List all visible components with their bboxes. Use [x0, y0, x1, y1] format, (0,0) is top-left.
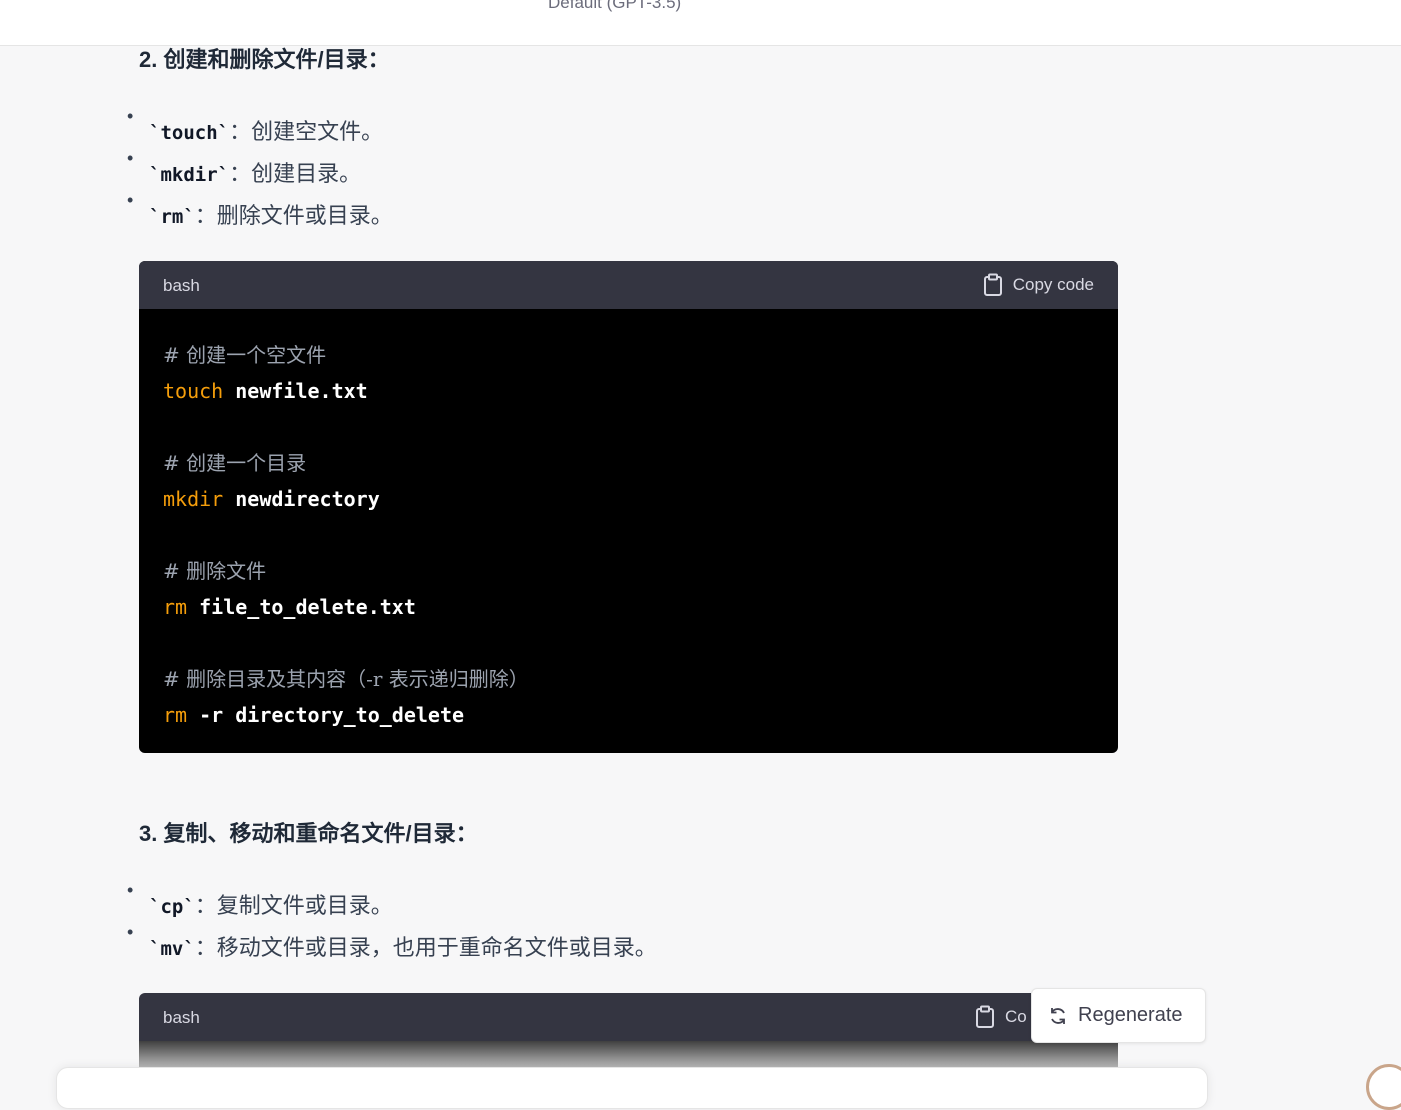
inline-code: `rm`: [149, 206, 195, 228]
list-item-text: ：创建目录。: [229, 161, 362, 186]
code-line: mkdir newdirectory: [163, 481, 1094, 517]
code-command: rm: [163, 595, 188, 619]
bullet-dot: •: [127, 922, 134, 942]
regenerate-label: Regenerate: [1078, 1004, 1183, 1026]
clipboard-icon: [983, 273, 1002, 296]
inline-code: `mkdir`: [149, 164, 230, 186]
bullet-dot: •: [127, 148, 134, 168]
code-language-label: bash: [163, 1008, 200, 1027]
code-command: touch: [163, 379, 224, 403]
list-item-text: ：移动文件或目录，也用于重命名文件或目录。: [194, 935, 657, 960]
bullet-dot: •: [127, 106, 134, 126]
message-input[interactable]: [56, 1067, 1208, 1109]
code-block-header: bash Co: [139, 993, 1118, 1041]
list-item-text: ：删除文件或目录。: [194, 203, 393, 228]
code-block-header: bash Copy code: [139, 261, 1118, 309]
code-command: rm: [163, 703, 188, 727]
list-item-text: ：创建空文件。: [229, 119, 384, 144]
code-comment: # 创建一个目录: [163, 451, 307, 475]
clipboard-icon: [976, 1005, 994, 1028]
code-comment: # 创建一个空文件: [163, 343, 327, 367]
copy-code-button[interactable]: Copy code: [983, 273, 1094, 297]
inline-code: `cp`: [149, 896, 195, 918]
code-comment: # 删除目录及其内容（-r 表示递归删除）: [163, 667, 529, 691]
code-argument: file_to_delete.txt: [187, 595, 416, 619]
code-line: # 创建一个空文件: [163, 337, 1094, 373]
code-argument: newdirectory: [223, 487, 380, 511]
code-line: rm -r directory_to_delete: [163, 697, 1094, 733]
section-heading-3: 3. 复制、移动和重命名文件/目录：: [139, 821, 478, 846]
code-line: # 创建一个目录: [163, 445, 1094, 481]
refresh-icon: [1051, 1007, 1065, 1024]
copy-code-label: Copy code: [1012, 275, 1094, 294]
code-line: # 删除文件: [163, 553, 1094, 589]
code-content[interactable]: # 创建一个空文件 touch newfile.txt # 创建一个目录 mkdir…: [139, 309, 1118, 753]
code-language-label: bash: [163, 276, 200, 295]
code-argument: newfile.txt: [223, 379, 368, 403]
code-argument: -r directory_to_delete: [187, 703, 465, 727]
avatar[interactable]: [1366, 1064, 1401, 1110]
copy-code-button[interactable]: Co: [975, 1005, 1027, 1029]
regenerate-button[interactable]: Regenerate: [1031, 988, 1206, 1043]
code-line: # 删除目录及其内容（-r 表示递归删除）: [163, 661, 1094, 697]
bullet-dot: •: [127, 880, 134, 900]
top-bar: Default (GPT-3.5): [0, 0, 1401, 46]
inline-code: `mv`: [149, 938, 195, 960]
bullet-dot: •: [127, 190, 134, 210]
model-name[interactable]: Default (GPT-3.5): [548, 0, 681, 13]
code-comment: # 删除文件: [163, 559, 267, 583]
code-command: mkdir: [163, 487, 224, 511]
inline-code: `touch`: [149, 122, 230, 144]
code-line: rm file_to_delete.txt: [163, 589, 1094, 625]
code-block: bash Copy code # 创建一个空文件 touch newfile.tx…: [139, 261, 1118, 753]
copy-code-label: Co: [1005, 1007, 1027, 1026]
list-item-text: ：复制文件或目录。: [194, 893, 393, 918]
code-line: touch newfile.txt: [163, 373, 1094, 409]
section-heading-2: 2. 创建和删除文件/目录：: [139, 47, 390, 72]
